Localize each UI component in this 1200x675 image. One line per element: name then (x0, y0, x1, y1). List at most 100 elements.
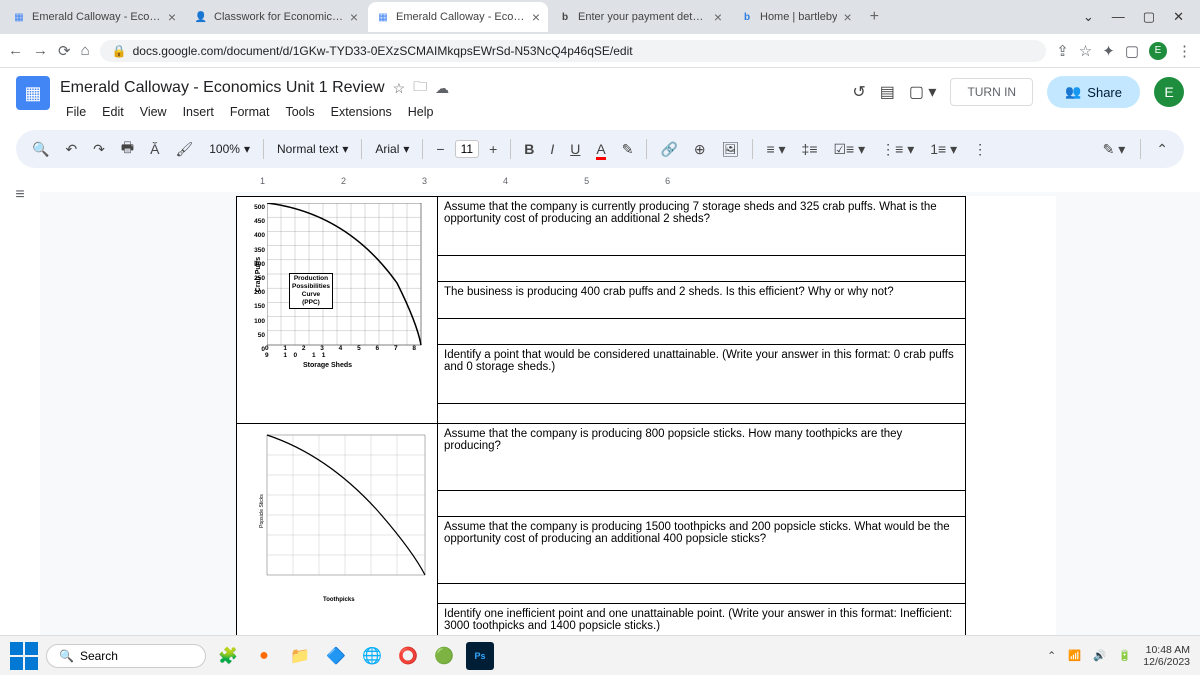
tab-close-icon[interactable]: × (843, 9, 851, 25)
browser-tab[interactable]: 👤Classwork for Economics 5th× (186, 2, 366, 32)
outline-icon[interactable]: ≡ (15, 186, 24, 204)
turn-in-button[interactable]: TURN IN (950, 78, 1033, 106)
browser-tab[interactable]: ▦Emerald Calloway - Econom× (4, 2, 184, 32)
new-tab-button[interactable]: + (862, 8, 887, 26)
docs-logo-icon[interactable]: ▦ (16, 76, 50, 110)
line-spacing-icon[interactable]: ‡≡ (796, 137, 824, 161)
italic-icon[interactable]: I (544, 137, 560, 161)
edge-icon[interactable]: 🌐 (358, 642, 386, 670)
meet-icon[interactable]: ▢ ▾ (909, 82, 937, 102)
profile-icon[interactable]: E (1149, 42, 1167, 60)
minimize-icon[interactable]: — (1112, 9, 1125, 25)
chrome-icon[interactable]: ⭕ (394, 642, 422, 670)
share-button[interactable]: 👥Share (1047, 76, 1140, 108)
start-button[interactable] (10, 642, 38, 670)
document-canvas[interactable]: Crab Puffs 50045040035030025020015010050… (40, 192, 1200, 671)
taskbar-search[interactable]: 🔍Search (46, 644, 206, 668)
collapse-icon[interactable]: ⌃ (1150, 137, 1174, 162)
menu-insert[interactable]: Insert (177, 102, 220, 122)
taskbar-app-icon[interactable]: 🧩 (214, 642, 242, 670)
bullets-icon[interactable]: ⋮≡ ▾ (875, 137, 920, 162)
browser-tab-active[interactable]: ▦Emerald Calloway - Econom× (368, 2, 548, 32)
answer-cell[interactable] (438, 319, 966, 345)
wifi-icon[interactable]: 📶 (1068, 649, 1081, 662)
answer-cell[interactable] (438, 491, 966, 517)
share-page-icon[interactable]: ⇪ (1056, 42, 1069, 60)
undo-icon[interactable]: ↶ (59, 137, 83, 162)
align-icon[interactable]: ≡ ▾ (760, 137, 791, 162)
maximize-icon[interactable]: ▢ (1143, 9, 1155, 25)
editing-mode-icon[interactable]: ✎ ▾ (1097, 137, 1132, 162)
reading-icon[interactable]: ▢ (1125, 42, 1139, 60)
more-icon[interactable]: ⋮ (967, 137, 993, 162)
browser-tab[interactable]: bEnter your payment details× (550, 2, 730, 32)
menu-format[interactable]: Format (224, 102, 276, 122)
answer-cell[interactable] (438, 404, 966, 424)
print-icon[interactable]: 🖶 (115, 133, 140, 165)
taskbar-app-icon[interactable]: 🔷 (322, 642, 350, 670)
question-cell[interactable]: Identify a point that would be considere… (438, 345, 966, 404)
zoom-select[interactable]: 100% ▾ (203, 139, 256, 159)
spellcheck-icon[interactable]: Ă (144, 137, 165, 161)
forward-icon[interactable]: → (33, 42, 48, 59)
font-size-input[interactable]: 11 (455, 140, 479, 158)
clock[interactable]: 10:48 AM 12/6/2023 (1143, 644, 1190, 668)
menu-help[interactable]: Help (402, 102, 440, 122)
menu-view[interactable]: View (134, 102, 173, 122)
chevron-down-icon[interactable]: ⌄ (1083, 9, 1094, 25)
font-select[interactable]: Arial ▾ (369, 139, 415, 159)
volume-icon[interactable]: 🔊 (1093, 649, 1106, 662)
avatar[interactable]: E (1154, 77, 1184, 107)
menu-file[interactable]: File (60, 102, 92, 122)
star-icon[interactable]: ☆ (393, 80, 406, 97)
link-icon[interactable]: 🔗 (654, 137, 683, 162)
image-icon[interactable]: 🖼 (716, 137, 746, 162)
extensions-icon[interactable]: ✦ (1102, 42, 1115, 60)
back-icon[interactable]: ← (8, 42, 23, 59)
reload-icon[interactable]: ⟳ (58, 42, 71, 60)
tab-close-icon[interactable]: × (350, 9, 358, 25)
tab-close-icon[interactable]: × (532, 9, 540, 25)
question-cell[interactable]: Assume that the company is currently pro… (438, 197, 966, 256)
increase-font-icon[interactable]: + (483, 137, 503, 161)
comments-icon[interactable]: ▤ (880, 82, 895, 102)
checklist-icon[interactable]: ☑≡ ▾ (828, 137, 872, 162)
taskbar-app-icon[interactable]: ● (250, 642, 278, 670)
photoshop-icon[interactable]: Ps (466, 642, 494, 670)
paint-format-icon[interactable]: 🖌 (169, 137, 199, 162)
home-icon[interactable]: ⌂ (81, 42, 90, 59)
bookmark-icon[interactable]: ☆ (1079, 42, 1092, 60)
question-cell[interactable]: Assume that the company is producing 800… (438, 424, 966, 491)
highlight-icon[interactable]: ✎ (616, 137, 640, 162)
menu-extensions[interactable]: Extensions (325, 102, 398, 122)
cloud-icon[interactable]: ☁ (435, 80, 449, 97)
menu-icon[interactable]: ⋮ (1177, 42, 1192, 60)
search-icon[interactable]: 🔍 (26, 137, 55, 162)
battery-icon[interactable]: 🔋 (1118, 649, 1131, 662)
decrease-font-icon[interactable]: − (430, 137, 450, 161)
underline-icon[interactable]: U (564, 137, 586, 161)
tab-close-icon[interactable]: × (168, 9, 176, 25)
numbered-icon[interactable]: 1≡ ▾ (924, 137, 963, 162)
text-color-icon[interactable]: A (590, 137, 611, 161)
close-icon[interactable]: ✕ (1173, 9, 1184, 25)
menu-edit[interactable]: Edit (96, 102, 130, 122)
comment-icon[interactable]: ⊕ (688, 137, 712, 162)
tray-chevron-icon[interactable]: ⌃ (1047, 650, 1056, 662)
browser-tab[interactable]: bHome | bartleby× (732, 2, 860, 32)
menu-tools[interactable]: Tools (279, 102, 320, 122)
url-input[interactable]: 🔒 docs.google.com/document/d/1GKw-TYD33-… (100, 40, 1047, 62)
answer-cell[interactable] (438, 584, 966, 604)
taskbar-app-icon[interactable]: 🟢 (430, 642, 458, 670)
document-title[interactable]: Emerald Calloway - Economics Unit 1 Revi… (60, 79, 385, 97)
tab-close-icon[interactable]: × (714, 9, 722, 25)
style-select[interactable]: Normal text ▾ (271, 139, 354, 159)
answer-cell[interactable] (438, 255, 966, 281)
bold-icon[interactable]: B (518, 137, 540, 161)
redo-icon[interactable]: ↷ (87, 137, 111, 162)
question-cell[interactable]: Assume that the company is producing 150… (438, 517, 966, 584)
history-icon[interactable]: ↺ (852, 82, 865, 102)
move-icon[interactable]: 🗀 (413, 76, 427, 100)
question-cell[interactable]: The business is producing 400 crab puffs… (438, 281, 966, 319)
file-explorer-icon[interactable]: 📁 (286, 642, 314, 670)
